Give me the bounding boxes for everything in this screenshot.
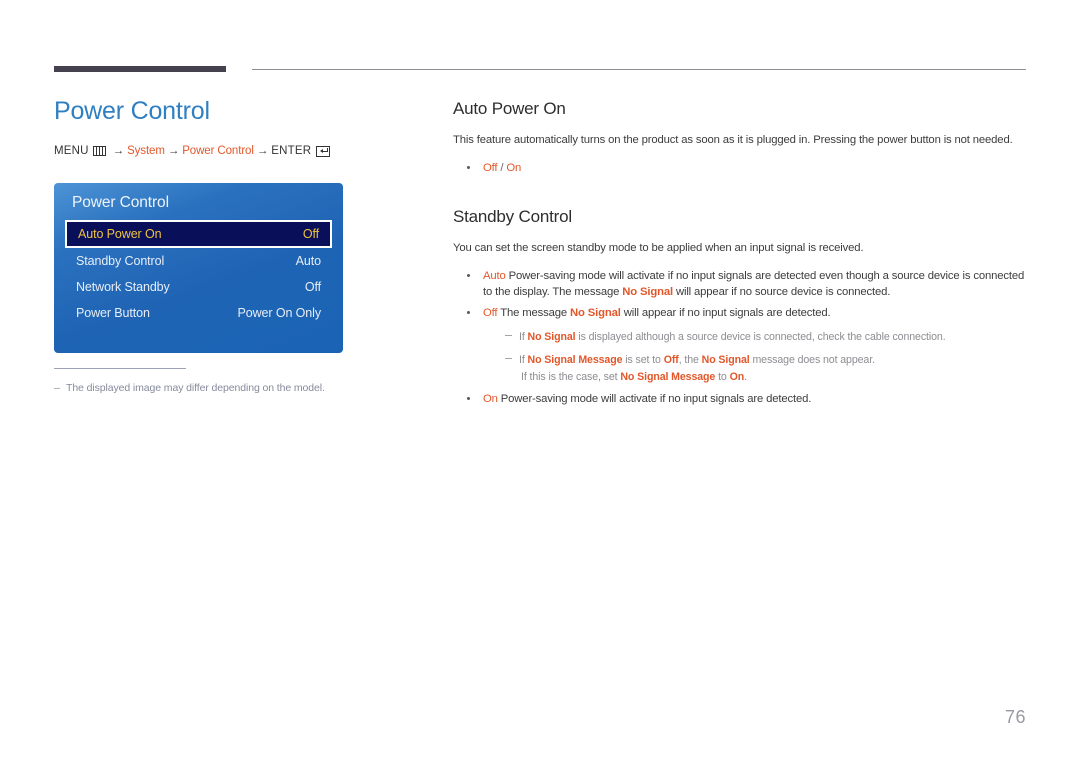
menu-navigation-path: MENU → System → Power Control → ENTER [54,145,424,157]
text-fragment: , the [678,353,702,366]
text-fragment: to [715,370,730,383]
off-accent: Off [663,353,679,366]
osd-row-value: Power On Only [237,306,322,320]
text-fragment: If [519,353,528,366]
option-off-label: Off [483,307,498,320]
osd-row-label: Standby Control [76,254,165,268]
note-item: If No Signal Message is set to Off, the … [483,353,1028,386]
option-on-line1: Power-saving mode will activate if no in… [500,392,812,405]
note-continuation: If this is the case, set No Signal Messa… [519,370,1028,386]
no-signal-accent: No Signal [570,307,621,320]
footnote-text: The displayed image may differ depending… [66,382,325,394]
section-heading-standby-control: Standby Control [453,207,572,227]
list-item: Off / On [453,160,1028,176]
option-auto-line2: The message No Signal will appear if no … [552,286,890,298]
menu-path-menu-label: MENU [54,145,89,157]
menu-path-arrow-3: → [256,145,269,157]
page-number: 76 [1004,707,1026,727]
option-auto-label: Auto [483,269,506,282]
text-fragment: The message [500,307,571,320]
no-signal-accent: No Signal [527,330,576,343]
option-off: Off [483,161,498,174]
no-signal-message-accent: No Signal Message [620,370,716,383]
no-signal-accent: No Signal [622,286,673,299]
osd-panel-title: Power Control [72,194,169,211]
osd-row-auto-power-on[interactable]: Auto Power On Off [65,220,332,248]
standby-control-off-notes: If No Signal is displayed although a sou… [483,330,1028,386]
footnote-text-row: – The displayed image may differ dependi… [54,382,374,394]
osd-panel: Power Control Auto Power On Off Standby … [54,183,343,353]
text-fragment: is set to [622,353,664,366]
on-accent: On [729,370,745,383]
right-column: Auto Power On This feature automatically… [453,99,1028,407]
enter-icon [316,145,331,157]
left-column: Power Control MENU → System → Power Cont… [54,96,424,157]
osd-row-standby-control[interactable]: Standby Control Auto [65,248,332,274]
osd-menu-list: Auto Power On Off Standby Control Auto N… [54,220,343,326]
auto-power-on-options: Off / On [453,160,1028,176]
standby-control-description: You can set the screen standby mode to b… [453,242,864,255]
header-rule-thin [252,69,1026,70]
menu-path-arrow-2: → [167,145,180,157]
no-signal-message-accent: No Signal Message [527,353,623,366]
text-fragment: The message [552,286,623,299]
menu-path-enter-label: ENTER [271,145,312,157]
footnote: – The displayed image may differ dependi… [54,368,374,394]
menu-path-system-label: System [127,145,165,157]
footnote-divider [54,368,186,369]
text-fragment: If [519,330,528,343]
option-on: On [506,161,522,174]
osd-row-label: Network Standby [76,280,170,294]
menu-icon [92,146,106,156]
auto-power-on-description: This feature automatically turns on the … [453,134,1013,146]
osd-row-label: Power Button [76,306,150,320]
no-signal-accent: No Signal [701,353,750,366]
osd-row-value: Off [302,227,319,241]
header-rules [0,66,1080,76]
text-fragment: If this is the case, set [521,370,621,383]
option-on-label: On [483,392,498,405]
text-fragment: . [744,370,747,383]
list-item-off: Off The message No Signal will appear if… [453,305,1028,385]
page-title: Power Control [54,97,210,125]
menu-path-arrow-1: → [112,145,125,157]
text-fragment: will appear if no input signals are dete… [620,307,831,320]
list-item-on: On Power-saving mode will activate if no… [453,391,1028,407]
osd-row-label: Auto Power On [78,227,162,241]
osd-row-power-button[interactable]: Power Button Power On Only [65,300,332,326]
header-rule-thick [54,66,226,72]
note-item: If No Signal is displayed although a sou… [483,330,1028,346]
text-fragment: message does not appear. [749,353,875,366]
list-item-auto: Auto Power-saving mode will activate if … [453,268,1028,301]
osd-row-value: Off [304,280,321,294]
option-separator: / [500,161,504,174]
menu-path-power-control-label: Power Control [182,145,254,157]
footnote-dash: – [54,382,60,394]
option-off-line1: The message No Signal will appear if no … [500,307,830,319]
text-fragment: will appear if no source device is conne… [672,286,891,299]
standby-control-options: Auto Power-saving mode will activate if … [453,268,1028,407]
osd-row-network-standby[interactable]: Network Standby Off [65,274,332,300]
text-fragment: is displayed although a source device is… [575,330,946,343]
section-heading-auto-power-on: Auto Power On [453,99,566,118]
osd-row-value: Auto [295,254,321,268]
